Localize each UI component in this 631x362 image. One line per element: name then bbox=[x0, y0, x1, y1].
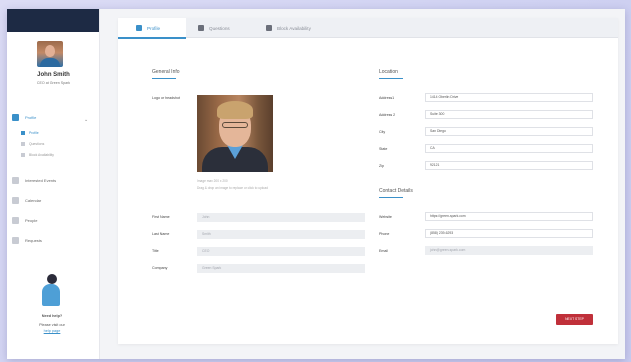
company-label: Company bbox=[152, 266, 168, 270]
questions-tab-icon bbox=[198, 25, 204, 31]
sidebar: John Smith CEO at Green Spark Profile ⌄ … bbox=[7, 9, 100, 359]
questions-sub-icon bbox=[21, 142, 25, 146]
general-info-title: General Info bbox=[152, 69, 180, 75]
chevron-down-icon[interactable]: ⌄ bbox=[84, 117, 88, 123]
contact-details-title: Contact Details bbox=[379, 188, 413, 194]
image-upload-note: Drag & drop an image to replace or click… bbox=[197, 186, 268, 190]
tab-profile[interactable]: Profile bbox=[118, 18, 186, 38]
support-agent-illustration bbox=[39, 274, 65, 310]
email-field[interactable]: john@green-spark.com bbox=[425, 246, 593, 255]
first-name-label: First Name bbox=[152, 215, 170, 219]
last-name-label: Last Name bbox=[152, 232, 170, 236]
main-panel: Profile Questions Block Availability Gen… bbox=[118, 18, 618, 344]
company-field[interactable]: Green Spark bbox=[197, 264, 365, 273]
address1-field[interactable]: 1414 Oberlin Drive bbox=[425, 93, 593, 102]
title-label: Title bbox=[152, 249, 159, 253]
help-panel: Need help? Please visit our help page bbox=[23, 269, 81, 349]
help-text: Please visit our bbox=[39, 323, 65, 327]
general-info-underline bbox=[152, 78, 176, 79]
city-label: City bbox=[379, 130, 386, 134]
tab-bar: Profile Questions Block Availability bbox=[118, 18, 618, 39]
headshot-image[interactable] bbox=[197, 95, 273, 172]
sidebar-item-profile[interactable]: Profile bbox=[12, 114, 36, 121]
sidebar-item-interested-events[interactable]: Interested Events bbox=[12, 177, 56, 184]
first-name-field[interactable]: John bbox=[197, 213, 365, 222]
profile-icon bbox=[12, 114, 19, 121]
sidebar-subitem-block-availability[interactable]: Block Availability bbox=[21, 153, 54, 157]
title-field[interactable]: CEO bbox=[197, 247, 365, 256]
profile-tab-icon bbox=[136, 25, 142, 31]
block-availability-sub-icon bbox=[21, 153, 25, 157]
active-tab-indicator bbox=[118, 37, 186, 39]
people-icon bbox=[12, 217, 19, 224]
zip-field[interactable]: 92121 bbox=[425, 161, 593, 170]
image-size-note: Image max 200 x 200 bbox=[197, 179, 228, 183]
zip-label: Zip bbox=[379, 164, 384, 168]
events-icon bbox=[12, 177, 19, 184]
sidebar-item-requests[interactable]: Requests bbox=[12, 237, 42, 244]
profile-sub-icon bbox=[21, 131, 25, 135]
state-field[interactable]: CA bbox=[425, 144, 593, 153]
help-title: Need help? bbox=[41, 314, 63, 318]
city-field[interactable]: San Diego bbox=[425, 127, 593, 136]
last-name-field[interactable]: Smith bbox=[197, 230, 365, 239]
location-underline bbox=[379, 78, 403, 79]
phone-label: Phone bbox=[379, 232, 390, 236]
user-role: CEO at Green Spark bbox=[36, 81, 71, 85]
app-window: John Smith CEO at Green Spark Profile ⌄ … bbox=[7, 9, 625, 359]
website-field[interactable]: https://green-spark.com bbox=[425, 212, 593, 221]
calendar-icon bbox=[12, 197, 19, 204]
contact-details-underline bbox=[379, 197, 403, 198]
state-label: State bbox=[379, 147, 388, 151]
location-title: Location bbox=[379, 69, 398, 75]
user-name: John Smith bbox=[37, 72, 70, 78]
address2-label: Address 2 bbox=[379, 113, 396, 117]
sidebar-subitem-profile[interactable]: Profile bbox=[21, 131, 39, 135]
tab-block-availability[interactable]: Block Availability bbox=[266, 18, 356, 38]
address2-field[interactable]: Suite 300 bbox=[425, 110, 593, 119]
next-step-button[interactable]: NEXT STEP bbox=[556, 314, 593, 325]
phone-field[interactable]: (858) 239-6293 bbox=[425, 229, 593, 238]
help-page-link[interactable]: help page bbox=[23, 329, 81, 333]
avatar[interactable] bbox=[37, 41, 63, 67]
sidebar-header-bar bbox=[7, 9, 99, 32]
email-label: Email bbox=[379, 249, 388, 253]
website-label: Website bbox=[379, 215, 392, 219]
tab-questions[interactable]: Questions bbox=[198, 18, 258, 38]
sidebar-item-people[interactable]: People bbox=[12, 217, 37, 224]
address1-label: Address1 bbox=[379, 96, 395, 100]
sidebar-subitem-questions[interactable]: Questions bbox=[21, 142, 44, 146]
logo-label: Logo or headshot bbox=[152, 96, 180, 100]
sidebar-item-calendar[interactable]: Calendar bbox=[12, 197, 41, 204]
block-availability-tab-icon bbox=[266, 25, 272, 31]
requests-icon bbox=[12, 237, 19, 244]
